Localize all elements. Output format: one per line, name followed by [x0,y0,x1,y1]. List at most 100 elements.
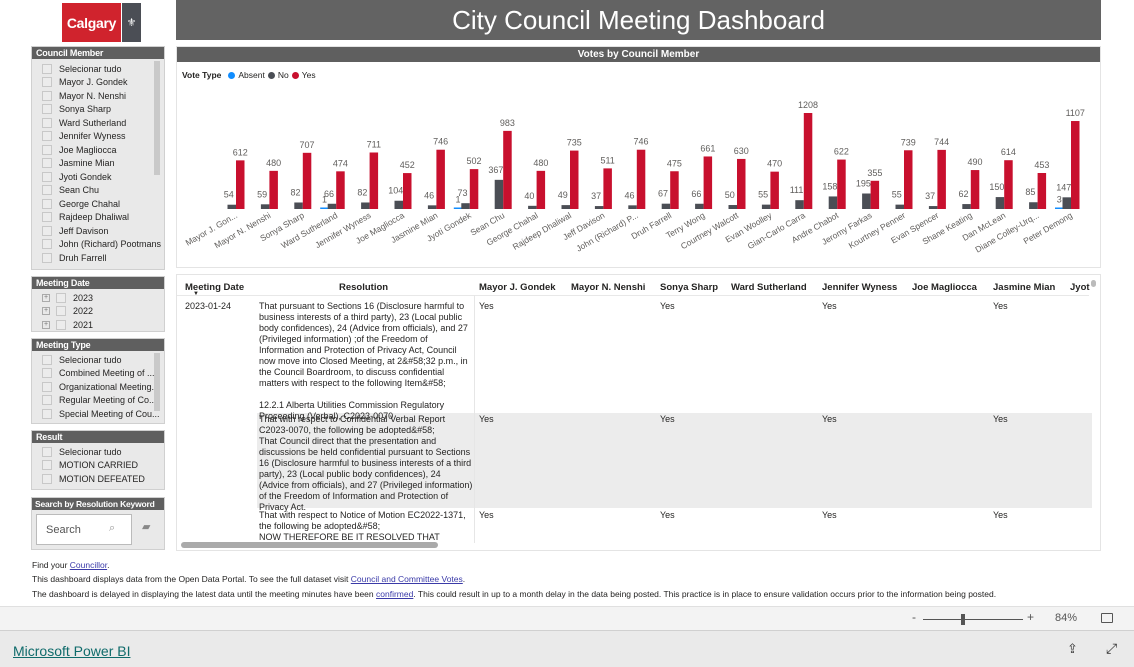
bar-no[interactable] [594,206,604,209]
bar-yes[interactable] [236,160,245,209]
zoom-slider-handle[interactable] [961,614,965,625]
column-header[interactable]: Mayor J. Gondek [479,282,556,293]
powerbi-link[interactable]: Microsoft Power BI [13,643,130,659]
bar-no[interactable] [494,179,504,209]
bar-yes[interactable] [636,149,646,209]
sort-icon[interactable]: ▼ [193,291,199,297]
zoom-out-button[interactable]: - [912,610,916,624]
checkbox[interactable] [56,319,66,330]
bar-yes[interactable] [369,152,379,209]
slicer-item[interactable]: Combined Meeting of ... [32,367,164,381]
bar-yes[interactable] [904,150,913,209]
bar-yes[interactable] [970,170,980,209]
expand-icon[interactable]: + [42,320,50,329]
checkbox[interactable] [42,198,52,209]
bar-yes[interactable] [670,171,679,209]
checkbox[interactable] [56,306,66,317]
bar-no[interactable] [528,205,537,209]
checkbox[interactable] [42,460,52,471]
slicer-item[interactable]: +2022 [32,305,164,319]
bar-yes[interactable] [1071,121,1080,209]
fullscreen-icon[interactable]: ⤢ [1106,640,1117,657]
slicer-item[interactable]: Jyoti Gondek [32,170,164,184]
bar-yes[interactable] [1004,160,1013,209]
bar-no[interactable] [928,206,938,209]
bar-no[interactable] [1029,202,1038,209]
slicer-item[interactable]: Jasmine Mian [32,157,164,171]
bar-no[interactable] [260,204,270,209]
zoom-slider[interactable] [923,619,1023,620]
bar-yes[interactable] [536,170,546,209]
vertical-scrollbar[interactable] [1091,280,1096,287]
column-header[interactable]: Sonya Sharp [660,282,718,293]
bar-yes[interactable] [302,152,312,209]
bar-no[interactable] [995,197,1005,209]
slicer-item[interactable]: Selecionar tudo [32,62,164,76]
bar-yes[interactable] [469,169,479,209]
bar-no[interactable] [661,203,671,209]
slicer-item[interactable]: MOTION DEFEATED [32,472,164,486]
checkbox[interactable] [42,158,52,169]
bar-absent[interactable] [1055,207,1064,210]
bar-no[interactable] [862,193,871,209]
bar-no[interactable] [561,205,571,209]
slicer-item[interactable]: Sonya Sharp [32,103,164,117]
checkbox[interactable] [42,131,52,142]
column-header[interactable]: Jyot [1070,282,1090,293]
bar-yes[interactable] [937,149,946,209]
scrollbar[interactable] [154,61,160,175]
bar-yes[interactable] [837,159,846,209]
bar-no[interactable] [761,204,771,209]
column-header[interactable]: Joe Magliocca [912,282,977,293]
zoom-in-button[interactable]: + [1027,610,1034,624]
councillor-link[interactable]: Councillor [70,560,107,570]
bar-no[interactable] [628,205,637,209]
slicer-item[interactable]: Sean Chu [32,184,164,198]
slicer-item[interactable]: Special Meeting of Cou... [32,407,164,421]
checkbox[interactable] [42,368,52,379]
bar-yes[interactable] [603,168,612,209]
bar-yes[interactable] [403,173,412,209]
checkbox[interactable] [42,381,52,392]
bar-yes[interactable] [336,171,345,209]
search-input[interactable]: Search ⌕ [36,514,132,545]
horizontal-scrollbar[interactable] [181,542,438,548]
slicer-item[interactable]: Selecionar tudo [32,353,164,367]
checkbox[interactable] [42,252,52,263]
bar-absent[interactable] [453,207,463,210]
slicer-item[interactable]: MOTION CARRIED [32,459,164,473]
column-header[interactable]: Jasmine Mian [993,282,1055,293]
checkbox[interactable] [42,212,52,223]
column-header[interactable]: Resolution [339,282,388,293]
slicer-item[interactable]: Regular Meeting of Co... [32,394,164,408]
bar-no[interactable] [728,205,738,209]
bar-no[interactable] [227,204,237,209]
bar-no[interactable] [361,202,370,209]
bar-no[interactable] [962,204,971,209]
checkbox[interactable] [42,446,52,457]
slicer-item[interactable]: +2021 [32,318,164,332]
slicer-item[interactable]: Mayor J. Gondek [32,76,164,90]
bar-yes[interactable] [269,170,278,209]
bar-yes[interactable] [770,171,779,209]
checkbox[interactable] [42,63,52,74]
expand-icon[interactable]: + [42,307,50,316]
expand-icon[interactable]: + [42,293,50,302]
bar-absent[interactable] [320,207,329,210]
fit-to-page-icon[interactable] [1101,613,1113,623]
bar-yes[interactable] [570,150,579,209]
bar-no[interactable] [427,205,437,209]
bar-no[interactable] [895,204,905,209]
bar-no[interactable] [394,200,404,209]
column-header[interactable]: Mayor N. Nenshi [571,282,645,293]
council-votes-link[interactable]: Council and Committee Votes [351,574,463,584]
checkbox[interactable] [56,292,66,303]
checkbox[interactable] [42,117,52,128]
bar-yes[interactable] [737,158,746,209]
slicer-item[interactable]: Druh Farrell [32,251,164,265]
checkbox[interactable] [42,408,52,419]
checkbox[interactable] [42,144,52,155]
bar-no[interactable] [327,203,337,209]
slicer-item[interactable]: Ward Sutherland [32,116,164,130]
eraser-icon[interactable]: ▰ [142,520,150,533]
